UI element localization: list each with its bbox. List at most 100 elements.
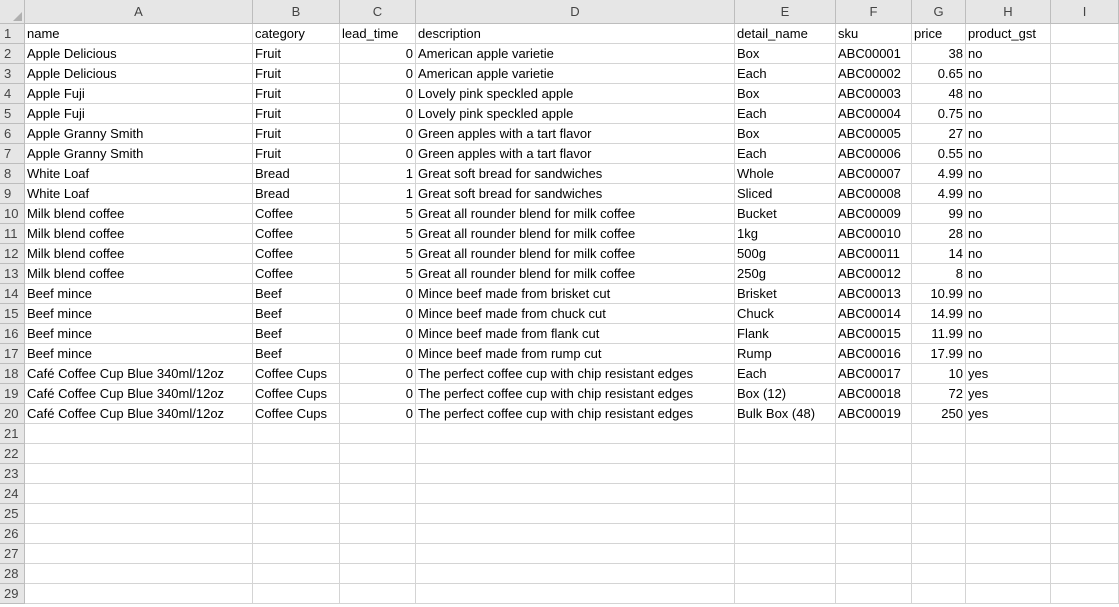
cell-f11[interactable]: ABC00010: [836, 224, 912, 244]
row-header-18[interactable]: 18: [0, 364, 25, 384]
cell-d19[interactable]: The perfect coffee cup with chip resista…: [416, 384, 735, 404]
cell-b3[interactable]: Fruit: [253, 64, 340, 84]
cell-i5[interactable]: [1051, 104, 1119, 124]
cell-h23[interactable]: [966, 464, 1051, 484]
cell-c29[interactable]: [340, 584, 416, 604]
cell-d23[interactable]: [416, 464, 735, 484]
cell-a22[interactable]: [25, 444, 253, 464]
cell-g27[interactable]: [912, 544, 966, 564]
row-header-1[interactable]: 1: [0, 24, 25, 44]
row-header-14[interactable]: 14: [0, 284, 25, 304]
cell-c17[interactable]: 0: [340, 344, 416, 364]
cell-a10[interactable]: Milk blend coffee: [25, 204, 253, 224]
row-header-2[interactable]: 2: [0, 44, 25, 64]
cell-b18[interactable]: Coffee Cups: [253, 364, 340, 384]
cell-h18[interactable]: yes: [966, 364, 1051, 384]
column-header-h[interactable]: H: [966, 0, 1051, 24]
cell-d11[interactable]: Great all rounder blend for milk coffee: [416, 224, 735, 244]
cell-e16[interactable]: Flank: [735, 324, 836, 344]
cell-h21[interactable]: [966, 424, 1051, 444]
cell-b10[interactable]: Coffee: [253, 204, 340, 224]
cell-h9[interactable]: no: [966, 184, 1051, 204]
cell-a16[interactable]: Beef mince: [25, 324, 253, 344]
cell-b12[interactable]: Coffee: [253, 244, 340, 264]
cell-h12[interactable]: no: [966, 244, 1051, 264]
cell-d26[interactable]: [416, 524, 735, 544]
row-header-13[interactable]: 13: [0, 264, 25, 284]
cell-b13[interactable]: Coffee: [253, 264, 340, 284]
row-header-9[interactable]: 9: [0, 184, 25, 204]
cell-b22[interactable]: [253, 444, 340, 464]
cell-d29[interactable]: [416, 584, 735, 604]
cell-g11[interactable]: 28: [912, 224, 966, 244]
cell-b27[interactable]: [253, 544, 340, 564]
cell-g16[interactable]: 11.99: [912, 324, 966, 344]
cell-d8[interactable]: Great soft bread for sandwiches: [416, 164, 735, 184]
cell-g26[interactable]: [912, 524, 966, 544]
cell-a21[interactable]: [25, 424, 253, 444]
cell-a3[interactable]: Apple Delicious: [25, 64, 253, 84]
cell-c18[interactable]: 0: [340, 364, 416, 384]
cell-h22[interactable]: [966, 444, 1051, 464]
cell-h29[interactable]: [966, 584, 1051, 604]
cell-d27[interactable]: [416, 544, 735, 564]
cell-c26[interactable]: [340, 524, 416, 544]
cell-a11[interactable]: Milk blend coffee: [25, 224, 253, 244]
row-header-16[interactable]: 16: [0, 324, 25, 344]
cell-a29[interactable]: [25, 584, 253, 604]
cell-g7[interactable]: 0.55: [912, 144, 966, 164]
cell-h14[interactable]: no: [966, 284, 1051, 304]
cell-i22[interactable]: [1051, 444, 1119, 464]
cell-c6[interactable]: 0: [340, 124, 416, 144]
cell-f14[interactable]: ABC00013: [836, 284, 912, 304]
cell-h20[interactable]: yes: [966, 404, 1051, 424]
cell-h26[interactable]: [966, 524, 1051, 544]
column-header-d[interactable]: D: [416, 0, 735, 24]
cell-f9[interactable]: ABC00008: [836, 184, 912, 204]
cell-b8[interactable]: Bread: [253, 164, 340, 184]
row-header-11[interactable]: 11: [0, 224, 25, 244]
cell-a25[interactable]: [25, 504, 253, 524]
cell-a9[interactable]: White Loaf: [25, 184, 253, 204]
cell-d20[interactable]: The perfect coffee cup with chip resista…: [416, 404, 735, 424]
cell-d22[interactable]: [416, 444, 735, 464]
cell-g6[interactable]: 27: [912, 124, 966, 144]
cell-h19[interactable]: yes: [966, 384, 1051, 404]
cell-d10[interactable]: Great all rounder blend for milk coffee: [416, 204, 735, 224]
cell-h4[interactable]: no: [966, 84, 1051, 104]
cell-e5[interactable]: Each: [735, 104, 836, 124]
cell-b9[interactable]: Bread: [253, 184, 340, 204]
row-header-23[interactable]: 23: [0, 464, 25, 484]
cell-i16[interactable]: [1051, 324, 1119, 344]
row-header-5[interactable]: 5: [0, 104, 25, 124]
cell-a6[interactable]: Apple Granny Smith: [25, 124, 253, 144]
cell-e26[interactable]: [735, 524, 836, 544]
cell-h3[interactable]: no: [966, 64, 1051, 84]
cell-i14[interactable]: [1051, 284, 1119, 304]
cell-g15[interactable]: 14.99: [912, 304, 966, 324]
cell-i8[interactable]: [1051, 164, 1119, 184]
cell-a7[interactable]: Apple Granny Smith: [25, 144, 253, 164]
cell-f18[interactable]: ABC00017: [836, 364, 912, 384]
cell-d3[interactable]: American apple varietie: [416, 64, 735, 84]
cell-e8[interactable]: Whole: [735, 164, 836, 184]
cell-e11[interactable]: 1kg: [735, 224, 836, 244]
cell-a18[interactable]: Café Coffee Cup Blue 340ml/12oz: [25, 364, 253, 384]
cell-e19[interactable]: Box (12): [735, 384, 836, 404]
cell-h28[interactable]: [966, 564, 1051, 584]
cell-c3[interactable]: 0: [340, 64, 416, 84]
row-header-15[interactable]: 15: [0, 304, 25, 324]
row-header-12[interactable]: 12: [0, 244, 25, 264]
cell-a17[interactable]: Beef mince: [25, 344, 253, 364]
cell-e17[interactable]: Rump: [735, 344, 836, 364]
row-header-17[interactable]: 17: [0, 344, 25, 364]
cell-c20[interactable]: 0: [340, 404, 416, 424]
cell-f27[interactable]: [836, 544, 912, 564]
cell-b28[interactable]: [253, 564, 340, 584]
cell-f6[interactable]: ABC00005: [836, 124, 912, 144]
cell-c25[interactable]: [340, 504, 416, 524]
cell-i21[interactable]: [1051, 424, 1119, 444]
cell-a26[interactable]: [25, 524, 253, 544]
cell-e29[interactable]: [735, 584, 836, 604]
cell-i24[interactable]: [1051, 484, 1119, 504]
